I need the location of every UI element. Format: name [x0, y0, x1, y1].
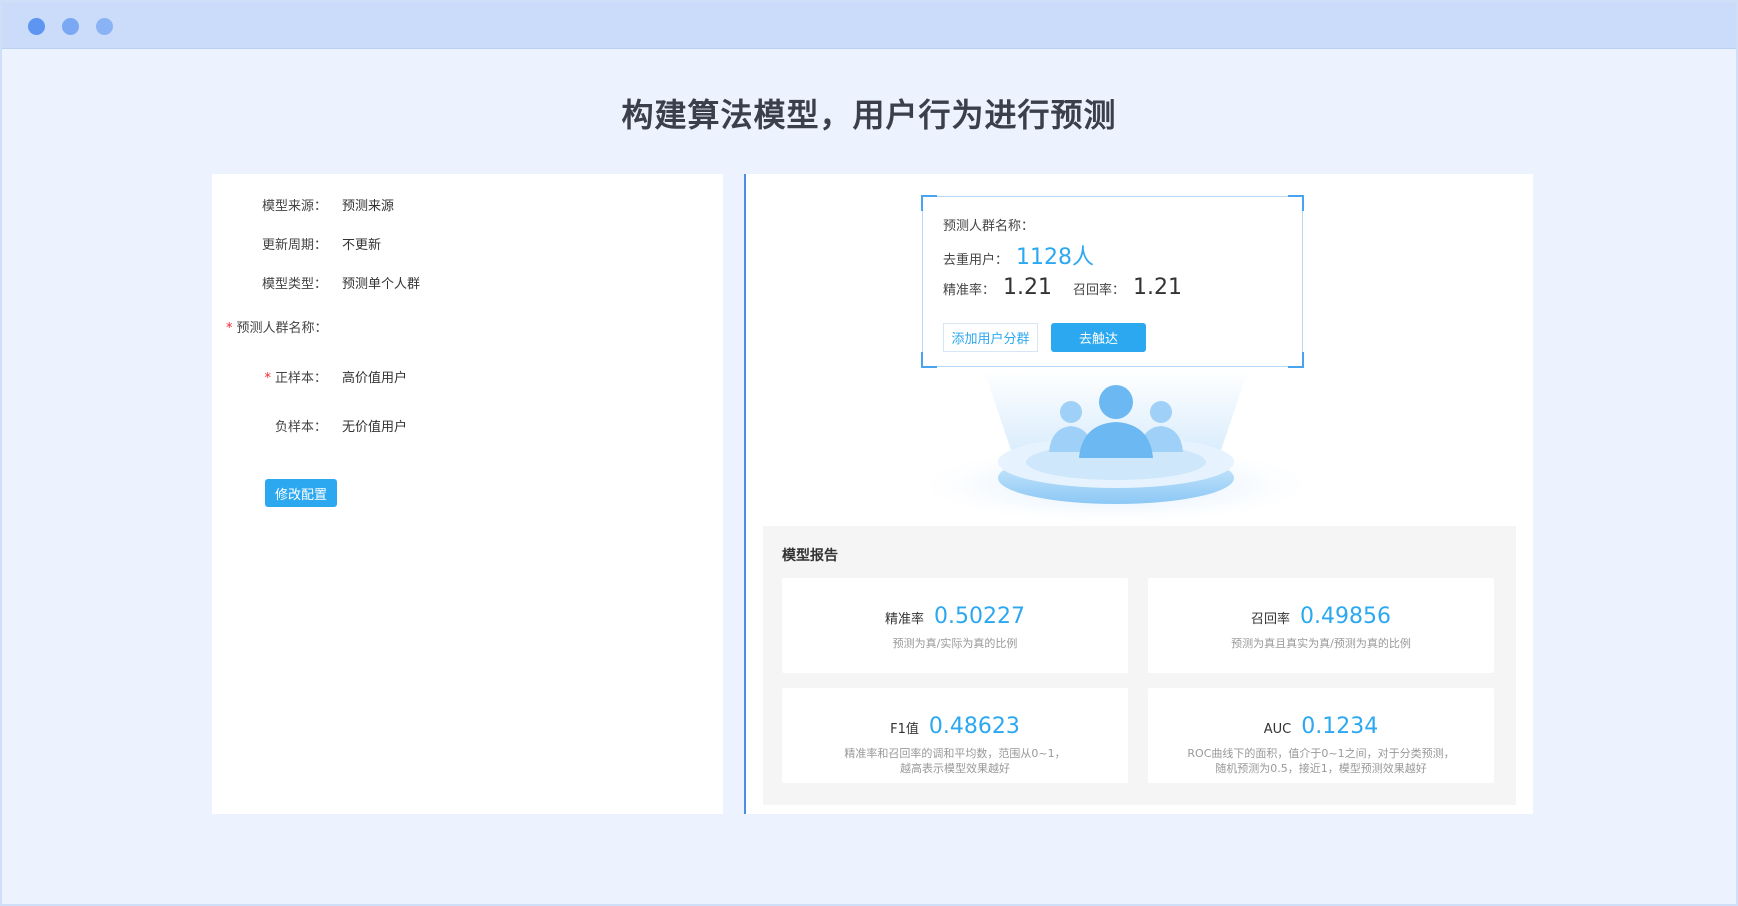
model-config-panel: 模型来源： 预测来源 更新周期： 不更新 模型类型： 预测单个人群 * 预测人群名…	[212, 174, 723, 814]
metric-value: 0.49856	[1300, 604, 1391, 629]
field-value: 预测来源	[342, 199, 395, 214]
prediction-card: 预测人群名称： 去重用户： 1128人 精准率： 1.21 召回率： 1.21 …	[921, 195, 1304, 368]
field-value: 预测单个人群	[342, 277, 421, 292]
field-value: 高价值用户	[342, 371, 408, 386]
window-minimize-dot[interactable]	[62, 18, 79, 35]
metric-card-recall: 召回率 0.49856 预测为真且真实为真/预测为真的比例	[1148, 578, 1494, 673]
precision-row: 精准率： 1.21	[943, 275, 1052, 300]
users-illustration	[916, 370, 1316, 525]
field-value: 不更新	[342, 238, 382, 253]
metric-value: 0.50227	[934, 604, 1025, 629]
dedup-users-row: 去重用户： 1128人	[943, 239, 1094, 271]
app-window: 构建算法模型，用户行为进行预测 模型来源： 预测来源 更新周期： 不更新 模型类…	[0, 0, 1738, 906]
field-negative-sample: 负样本： 无价值用户	[212, 416, 723, 436]
recall-label: 召回率：	[1073, 283, 1126, 298]
users-group-icon	[921, 370, 1311, 523]
metric-description: 预测为真且真实为真/预测为真的比例	[1231, 637, 1411, 650]
precision-value: 1.21	[1003, 275, 1052, 300]
metric-card-f1: F1值 0.48623 精准率和召回率的调和平均数，范围从0~1， 越高表示模型…	[782, 688, 1128, 783]
metric-value: 0.1234	[1301, 714, 1379, 739]
field-label: 模型来源：	[261, 199, 327, 214]
recall-row: 召回率： 1.21	[1073, 275, 1182, 300]
metric-label: 召回率	[1251, 612, 1291, 627]
corner-decoration	[921, 195, 937, 211]
dedup-value: 1128人	[1016, 245, 1095, 270]
metric-description: 精准率和召回率的调和平均数，范围从0~1， 越高表示模型效果越好	[844, 747, 1066, 775]
field-value: 无价值用户	[342, 420, 408, 435]
report-title: 模型报告	[782, 548, 838, 564]
metric-card-auc: AUC 0.1234 ROC曲线下的面积，值介于0~1之间，对于分类预测， 随机…	[1148, 688, 1494, 783]
field-group-name: * 预测人群名称：	[212, 317, 723, 337]
field-label: * 预测人群名称：	[226, 321, 328, 336]
page-headline: 构建算法模型，用户行为进行预测	[621, 96, 1117, 134]
field-label: 更新周期：	[261, 238, 327, 253]
edit-config-button[interactable]: 修改配置	[265, 479, 337, 507]
prediction-result-panel: 预测人群名称： 去重用户： 1128人 精准率： 1.21 召回率： 1.21 …	[744, 174, 1533, 814]
window-close-dot[interactable]	[28, 18, 45, 35]
field-positive-sample: * 正样本： 高价值用户	[212, 367, 723, 387]
window-titlebar	[2, 2, 1736, 49]
metric-description: 预测为真/实际为真的比例	[892, 637, 1018, 650]
field-update-cycle: 更新周期： 不更新	[212, 234, 723, 254]
field-model-type: 模型类型： 预测单个人群	[212, 273, 723, 293]
recall-value: 1.21	[1133, 275, 1182, 300]
metric-label: F1值	[890, 722, 919, 737]
corner-decoration	[1288, 195, 1304, 211]
field-model-source: 模型来源： 预测来源	[212, 195, 723, 215]
metric-value: 0.48623	[928, 714, 1020, 739]
required-mark: *	[226, 321, 233, 336]
metric-label: AUC	[1263, 722, 1292, 737]
field-label: 负样本：	[274, 420, 327, 435]
dedup-label: 去重用户：	[943, 253, 1009, 268]
add-segment-button[interactable]: 添加用户分群	[943, 323, 1038, 352]
metric-description: ROC曲线下的面积，值介于0~1之间，对于分类预测， 随机预测为0.5，接近1，…	[1187, 747, 1455, 775]
window-maximize-dot[interactable]	[96, 18, 113, 35]
reach-button[interactable]: 去触达	[1051, 323, 1146, 352]
corner-decoration	[921, 352, 937, 368]
metric-card-precision: 精准率 0.50227 预测为真/实际为真的比例	[782, 578, 1128, 673]
group-name-label: 预测人群名称：	[943, 219, 1035, 234]
model-report: 模型报告 精准率 0.50227 预测为真/实际为真的比例 召回率 0.4985…	[763, 526, 1516, 805]
field-label: * 正样本：	[264, 371, 327, 386]
corner-decoration	[1288, 352, 1304, 368]
metric-label: 精准率	[885, 612, 925, 627]
field-label: 模型类型：	[261, 277, 327, 292]
required-mark: *	[264, 371, 271, 386]
precision-label: 精准率：	[943, 283, 996, 298]
